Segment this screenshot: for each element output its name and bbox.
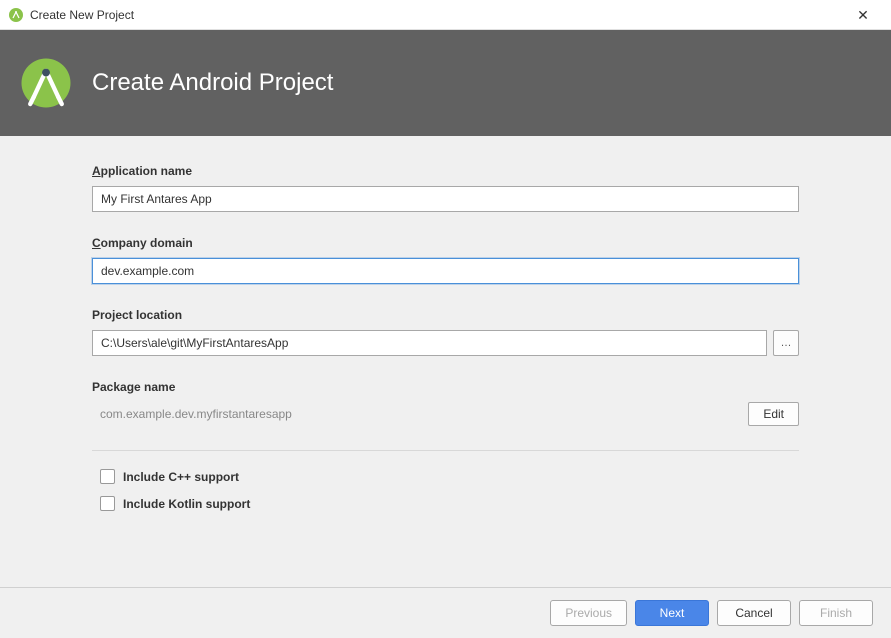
cpp-support-checkbox[interactable] bbox=[100, 469, 115, 484]
cpp-support-label: Include C++ support bbox=[123, 470, 239, 484]
previous-button[interactable]: Previous bbox=[550, 600, 627, 626]
package-name-label: Package name bbox=[92, 380, 799, 394]
kotlin-support-checkbox[interactable] bbox=[100, 496, 115, 511]
project-location-label: Project location bbox=[92, 308, 799, 322]
android-studio-icon bbox=[8, 7, 24, 23]
finish-button[interactable]: Finish bbox=[799, 600, 873, 626]
android-studio-logo-icon bbox=[18, 55, 74, 111]
field-package-name: Package name com.example.dev.myfirstanta… bbox=[92, 380, 799, 426]
divider bbox=[92, 450, 799, 451]
field-company-domain: Company domain bbox=[92, 236, 799, 284]
package-name-value: com.example.dev.myfirstantaresapp bbox=[92, 403, 738, 425]
close-button[interactable]: ✕ bbox=[843, 1, 883, 29]
cpp-support-row[interactable]: Include C++ support bbox=[92, 469, 799, 484]
edit-package-button[interactable]: Edit bbox=[748, 402, 799, 426]
wizard-header: Create Android Project bbox=[0, 30, 891, 136]
application-name-label: Application name bbox=[92, 164, 799, 178]
wizard-content: Application name Company domain Project … bbox=[0, 136, 891, 587]
application-name-input[interactable] bbox=[92, 186, 799, 212]
next-button[interactable]: Next bbox=[635, 600, 709, 626]
titlebar: Create New Project ✕ bbox=[0, 0, 891, 30]
company-domain-input[interactable] bbox=[92, 258, 799, 284]
browse-location-button[interactable]: … bbox=[773, 330, 799, 356]
field-application-name: Application name bbox=[92, 164, 799, 212]
kotlin-support-label: Include Kotlin support bbox=[123, 497, 250, 511]
kotlin-support-row[interactable]: Include Kotlin support bbox=[92, 496, 799, 511]
company-domain-label: Company domain bbox=[92, 236, 799, 250]
wizard-footer: Previous Next Cancel Finish bbox=[0, 587, 891, 638]
window-title: Create New Project bbox=[30, 8, 843, 22]
cancel-button[interactable]: Cancel bbox=[717, 600, 791, 626]
project-location-input[interactable] bbox=[92, 330, 767, 356]
field-project-location: Project location … bbox=[92, 308, 799, 356]
wizard-title: Create Android Project bbox=[92, 69, 333, 97]
